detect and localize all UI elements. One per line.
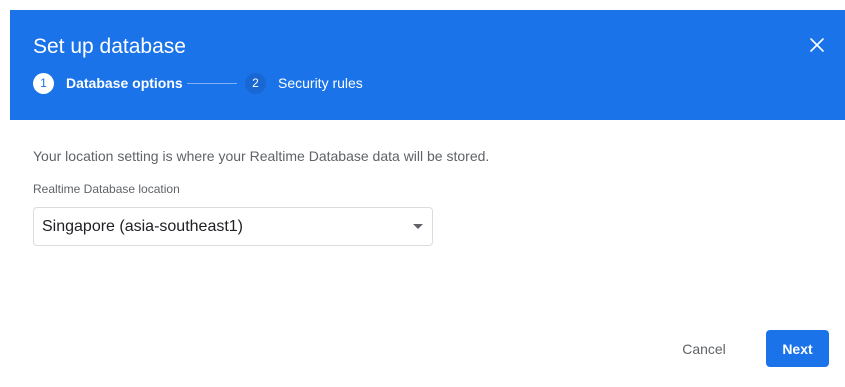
dialog-title: Set up database (33, 35, 186, 58)
step-security-rules[interactable]: 2 Security rules (245, 72, 363, 94)
step-label: Database options (66, 75, 183, 91)
next-button[interactable]: Next (766, 330, 829, 367)
close-icon[interactable] (806, 34, 828, 56)
dialog-header: Set up database 1 Database options 2 Sec… (10, 10, 845, 120)
location-description: Your location setting is where your Real… (33, 148, 490, 164)
step-connector (187, 83, 237, 84)
step-number-badge: 1 (33, 72, 54, 94)
location-select-value: Singapore (asia-southeast1) (42, 218, 244, 235)
step-label: Security rules (278, 75, 363, 91)
setup-stepper: 1 Database options 2 Security rules (33, 72, 453, 94)
setup-database-dialog: Set up database 1 Database options 2 Sec… (10, 10, 845, 387)
location-field-label: Realtime Database location (33, 182, 180, 196)
step-database-options[interactable]: 1 Database options (33, 72, 183, 94)
dropdown-arrow-icon (413, 224, 423, 229)
cancel-button[interactable]: Cancel (667, 331, 741, 367)
step-number-badge: 2 (245, 72, 266, 94)
location-select[interactable]: Singapore (asia-southeast1) (33, 207, 433, 246)
